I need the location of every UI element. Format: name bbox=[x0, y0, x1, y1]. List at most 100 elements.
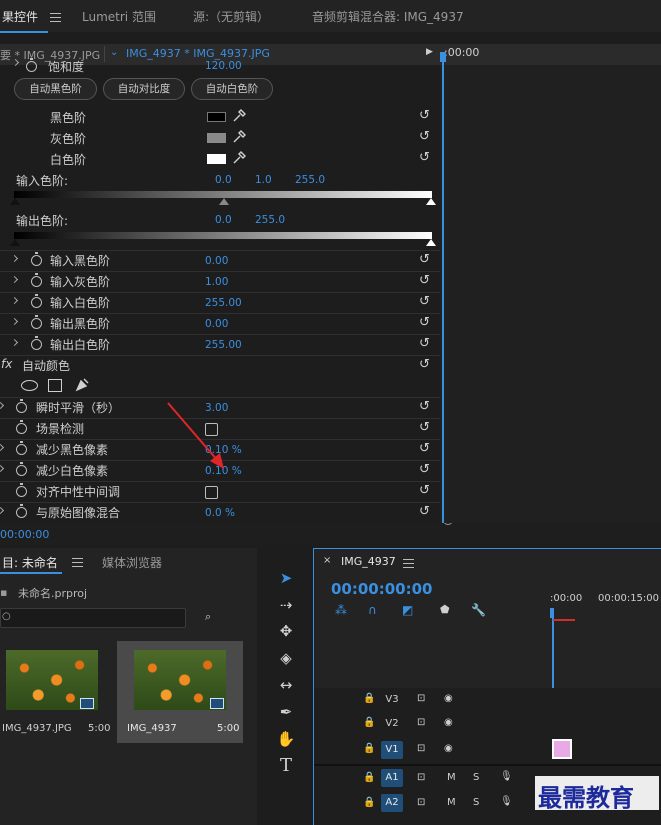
param-value[interactable]: 255.00 bbox=[205, 339, 242, 351]
input-levels-black[interactable]: 0.0 bbox=[215, 174, 232, 186]
type-tool-icon[interactable]: T bbox=[276, 756, 296, 776]
add-marker-icon[interactable]: ⬟ bbox=[440, 603, 450, 616]
playhead-handle[interactable] bbox=[440, 52, 446, 62]
mute-button[interactable]: M bbox=[447, 772, 456, 783]
track-target-v2[interactable]: V2 bbox=[381, 715, 403, 733]
track-target-a1[interactable]: A1 bbox=[381, 769, 403, 787]
sequence-tab[interactable]: IMG_4937 bbox=[341, 555, 396, 568]
lock-icon[interactable]: 🔒 bbox=[363, 797, 375, 808]
eyedropper-icon[interactable] bbox=[232, 130, 246, 144]
selection-tool-icon[interactable]: ➤ bbox=[276, 568, 296, 588]
track-select-tool-icon[interactable]: ⇢ bbox=[276, 595, 296, 615]
stopwatch-icon[interactable] bbox=[16, 441, 27, 455]
ellipse-mask-icon[interactable] bbox=[21, 380, 38, 391]
reset-icon[interactable]: ↺ bbox=[419, 151, 431, 164]
chevron-down-icon[interactable]: ⌄ bbox=[110, 47, 118, 58]
tab-media-browser[interactable]: 媒体浏览器 bbox=[102, 554, 162, 571]
track-target-a2[interactable]: A2 bbox=[381, 794, 403, 812]
microphone-icon[interactable]: 🎙 bbox=[500, 796, 513, 807]
project-item[interactable]: IMG_4937.JPG 5:00 bbox=[0, 641, 113, 743]
auto-black-button[interactable]: 自动黑色阶 bbox=[14, 78, 97, 100]
reset-icon[interactable]: ↺ bbox=[419, 130, 431, 143]
white-level-swatch[interactable] bbox=[207, 154, 226, 164]
reset-icon[interactable]: ↺ bbox=[419, 442, 431, 455]
auto-white-button[interactable]: 自动白色阶 bbox=[191, 78, 273, 100]
expand-chevron-icon[interactable] bbox=[10, 296, 19, 305]
solo-button[interactable]: S bbox=[473, 797, 479, 808]
solo-button[interactable]: S bbox=[473, 772, 479, 783]
expand-chevron-icon[interactable] bbox=[10, 275, 19, 284]
pen-mask-icon[interactable] bbox=[74, 377, 90, 393]
panel-menu-icon[interactable] bbox=[403, 559, 414, 568]
reset-icon[interactable]: ↺ bbox=[419, 295, 431, 308]
rectangle-mask-icon[interactable] bbox=[48, 379, 62, 392]
sync-lock-icon[interactable]: ⊡ bbox=[417, 717, 425, 728]
new-bin-search-icon[interactable]: ⌕ bbox=[205, 610, 211, 624]
lock-icon[interactable]: 🔒 bbox=[363, 772, 375, 783]
play-triangle-icon[interactable]: ▶ bbox=[426, 47, 433, 57]
reset-icon[interactable]: ↺ bbox=[419, 337, 431, 350]
tab-lumetri[interactable]: Lumetri 范围 bbox=[82, 8, 156, 25]
effect-timecode[interactable]: 00:00:00 bbox=[0, 528, 49, 541]
stopwatch-icon[interactable] bbox=[16, 399, 27, 413]
tab-project[interactable]: 目: 未命名 bbox=[2, 554, 58, 571]
tab-audio-mixer[interactable]: 音频剪辑混合器: IMG_4937 bbox=[312, 8, 464, 25]
reset-icon[interactable]: ↺ bbox=[419, 484, 431, 497]
slip-tool-icon[interactable]: ↔ bbox=[276, 675, 296, 695]
hand-tool-icon[interactable]: ✋ bbox=[276, 729, 296, 749]
expand-chevron-icon[interactable] bbox=[0, 506, 5, 515]
track-target-v3[interactable]: V3 bbox=[381, 691, 403, 709]
expand-chevron-icon[interactable] bbox=[0, 464, 5, 473]
linked-selection-icon[interactable]: ◩ bbox=[402, 603, 413, 617]
expand-chevron-icon[interactable] bbox=[10, 254, 19, 263]
stopwatch-icon[interactable] bbox=[31, 273, 42, 287]
track-target-v1[interactable]: V1 bbox=[381, 741, 403, 759]
param-value[interactable]: 120.00 bbox=[205, 60, 242, 72]
sequence-timecode[interactable]: 00:00:00:00 bbox=[331, 580, 433, 598]
stopwatch-icon[interactable] bbox=[31, 315, 42, 329]
clip-selector[interactable]: IMG_4937 * IMG_4937.JPG bbox=[126, 47, 270, 60]
align-neutral-checkbox[interactable] bbox=[205, 486, 218, 499]
input-gray-handle[interactable] bbox=[219, 198, 229, 205]
eye-icon[interactable]: ◉ bbox=[444, 693, 453, 704]
input-black-handle[interactable] bbox=[10, 198, 20, 205]
reset-icon[interactable]: ↺ bbox=[419, 463, 431, 476]
snap-magnet-icon[interactable]: ∩ bbox=[368, 603, 377, 617]
stopwatch-icon[interactable] bbox=[31, 336, 42, 350]
output-levels-black[interactable]: 0.0 bbox=[215, 214, 232, 226]
close-icon[interactable]: × bbox=[323, 555, 331, 566]
panel-menu-icon[interactable] bbox=[50, 13, 61, 22]
param-value[interactable]: 0.00 bbox=[205, 255, 228, 267]
sync-lock-icon[interactable]: ⊡ bbox=[417, 772, 425, 783]
output-levels-white[interactable]: 255.0 bbox=[255, 214, 285, 226]
reset-icon[interactable]: ↺ bbox=[419, 109, 431, 122]
sync-lock-icon[interactable]: ⊡ bbox=[417, 797, 425, 808]
param-value[interactable]: 0.0 % bbox=[205, 507, 235, 519]
expand-chevron-icon[interactable] bbox=[10, 338, 19, 347]
sync-lock-icon[interactable]: ⊡ bbox=[417, 743, 425, 754]
input-levels-white[interactable]: 255.0 bbox=[295, 174, 325, 186]
input-white-handle[interactable] bbox=[426, 198, 436, 205]
wrench-icon[interactable]: 🔧 bbox=[471, 603, 486, 617]
razor-tool-icon[interactable]: ◈ bbox=[276, 648, 296, 668]
microphone-icon[interactable]: 🎙 bbox=[500, 771, 513, 782]
project-item-selected[interactable]: IMG_4937 5:00 bbox=[117, 641, 243, 743]
eye-icon[interactable]: ◉ bbox=[444, 743, 453, 754]
output-white-handle[interactable] bbox=[426, 239, 436, 246]
gray-level-swatch[interactable] bbox=[207, 133, 226, 143]
stopwatch-icon[interactable] bbox=[16, 504, 27, 518]
reset-icon[interactable]: ↺ bbox=[419, 316, 431, 329]
black-level-swatch[interactable] bbox=[207, 112, 226, 122]
eyedropper-icon[interactable] bbox=[232, 151, 246, 165]
input-levels-gray[interactable]: 1.0 bbox=[255, 174, 272, 186]
reset-icon[interactable]: ↺ bbox=[419, 421, 431, 434]
lock-icon[interactable]: 🔒 bbox=[363, 693, 375, 704]
ripple-edit-tool-icon[interactable]: ✥ bbox=[276, 621, 296, 641]
nest-toggle-icon[interactable]: ⁂ bbox=[335, 603, 347, 617]
expand-chevron-icon[interactable] bbox=[0, 443, 5, 452]
param-value[interactable]: 0.00 bbox=[205, 318, 228, 330]
mute-button[interactable]: M bbox=[447, 797, 456, 808]
stopwatch-icon[interactable] bbox=[16, 420, 27, 434]
stopwatch-icon[interactable] bbox=[26, 58, 37, 72]
eye-icon[interactable]: ◉ bbox=[444, 717, 453, 728]
